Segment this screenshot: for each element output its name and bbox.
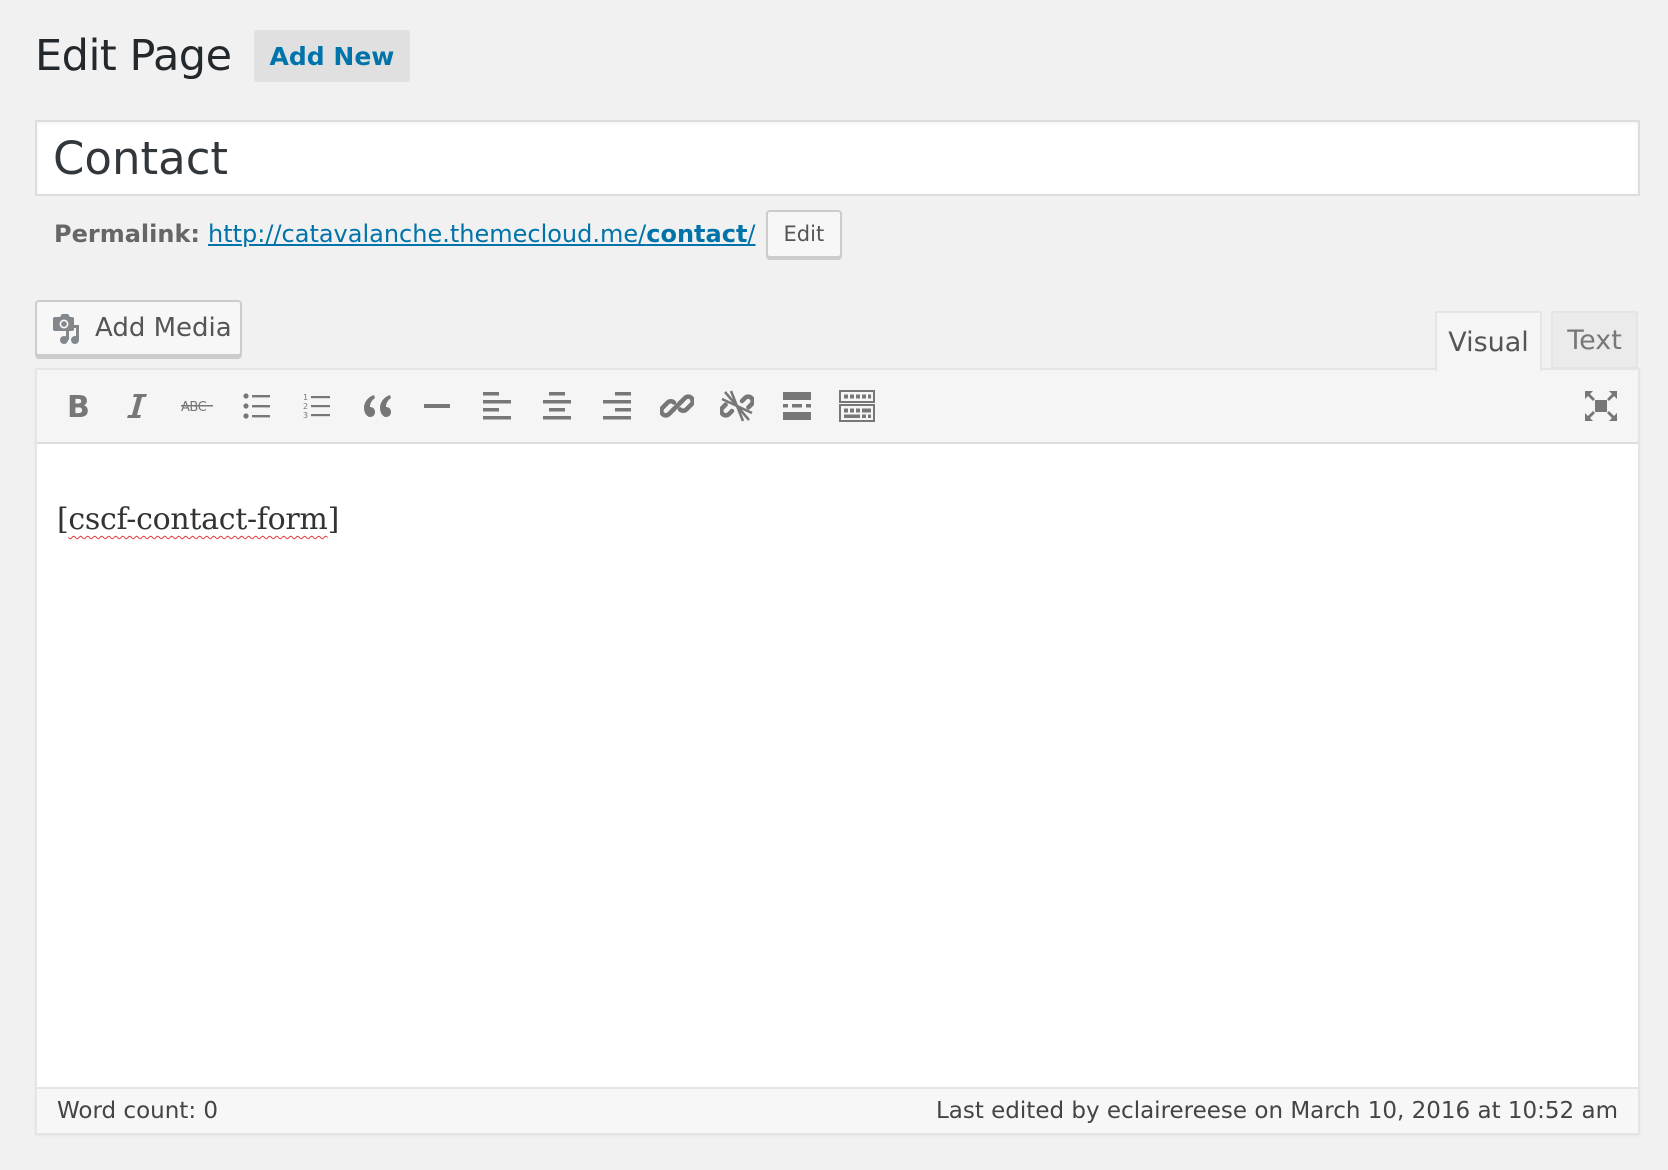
svg-text:B: B	[67, 391, 90, 421]
last-edited: Last edited by eclairereese on March 10,…	[935, 1098, 1618, 1124]
align-left-button[interactable]	[475, 384, 519, 428]
permalink-label: Permalink:	[54, 220, 201, 248]
add-media-button[interactable]: Add Media	[35, 300, 242, 356]
fullscreen-icon	[1585, 391, 1617, 421]
read-more-icon	[783, 392, 811, 420]
horizontal-line-icon	[424, 404, 450, 408]
editor-frame: B ABC 123 [cscf-contact-form] Word count…	[35, 368, 1640, 1135]
toolbar-toggle-icon	[839, 390, 875, 422]
tab-visual[interactable]: Visual	[1435, 311, 1542, 371]
align-left-icon	[483, 392, 511, 420]
editor-paragraph: [cscf-contact-form]	[57, 502, 339, 537]
toolbar-toggle-button[interactable]	[835, 384, 879, 428]
add-media-label: Add Media	[95, 313, 232, 343]
permalink-row: Permalink: http://catavalanche.themeclou…	[54, 210, 843, 258]
media-camera-music-icon	[53, 314, 79, 344]
align-right-button[interactable]	[595, 384, 639, 428]
editor-toolbar: B ABC 123	[37, 370, 1638, 444]
unlink-icon	[720, 390, 754, 422]
shortcode-text: cscf-contact-form	[68, 502, 328, 537]
permalink-link[interactable]: http://catavalanche.themecloud.me/contac…	[208, 220, 756, 248]
blockquote-icon	[364, 395, 391, 417]
edit-slug-button[interactable]: Edit	[765, 210, 843, 258]
tab-text[interactable]: Text	[1551, 311, 1638, 369]
bold-icon: B	[67, 391, 90, 421]
page-heading: Edit Page Add New	[35, 28, 411, 84]
permalink-slug: contact	[646, 220, 748, 248]
strikethrough-icon: ABC	[181, 400, 213, 415]
svg-text:ABC: ABC	[181, 400, 207, 415]
svg-text:3: 3	[303, 411, 308, 420]
page-title: Edit Page	[35, 31, 232, 81]
numbered-list-icon: 123	[303, 393, 330, 420]
blockquote-button[interactable]	[355, 384, 399, 428]
permalink-trailing: /	[747, 220, 756, 248]
bulleted-list-button[interactable]	[235, 384, 279, 428]
post-title-input[interactable]	[35, 120, 1640, 196]
word-count: Word count: 0	[57, 1098, 219, 1124]
bulleted-list-icon	[243, 393, 270, 419]
permalink-base: http://catavalanche.themecloud.me/	[208, 220, 647, 248]
horizontal-line-button[interactable]	[415, 384, 459, 428]
strikethrough-button[interactable]: ABC	[175, 384, 219, 428]
add-new-button[interactable]: Add New	[253, 30, 411, 82]
align-center-button[interactable]	[535, 384, 579, 428]
svg-text:2: 2	[303, 402, 308, 411]
fullscreen-button[interactable]	[1579, 384, 1623, 428]
bold-button[interactable]: B	[55, 384, 99, 428]
italic-icon	[127, 394, 147, 418]
editor-status-bar: Word count: 0 Last edited by eclairerees…	[37, 1087, 1638, 1133]
italic-button[interactable]	[115, 384, 159, 428]
svg-text:1: 1	[303, 393, 308, 402]
unlink-button[interactable]	[715, 384, 759, 428]
editor-content-area[interactable]: [cscf-contact-form]	[37, 446, 1638, 1087]
read-more-button[interactable]	[775, 384, 819, 428]
insert-link-icon	[660, 394, 694, 418]
align-center-icon	[543, 392, 571, 420]
insert-link-button[interactable]	[655, 384, 699, 428]
align-right-icon	[603, 392, 631, 420]
numbered-list-button[interactable]: 123	[295, 384, 339, 428]
